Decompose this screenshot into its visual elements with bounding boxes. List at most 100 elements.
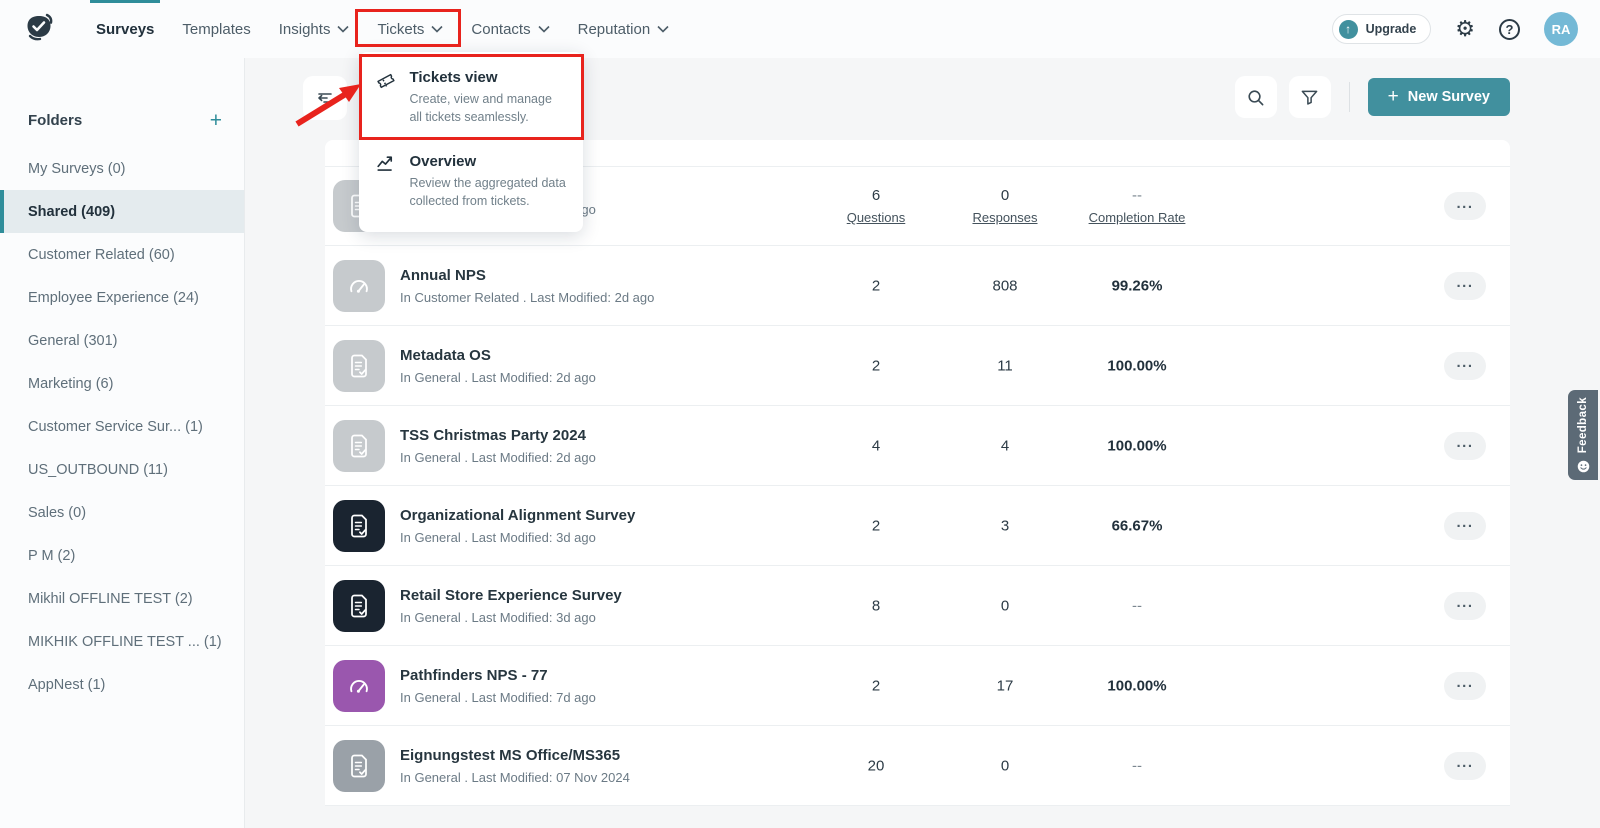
tickets-dropdown-menu: Tickets view Create, view and manage all… <box>359 52 583 232</box>
survey-row[interactable]: TSS Christmas Party 2024 In General . La… <box>325 406 1510 486</box>
chevron-down-icon <box>538 25 550 33</box>
questions-stat: 6 Questions <box>836 187 916 225</box>
chevron-down-icon <box>657 25 669 33</box>
folders-title: Folders <box>28 112 82 129</box>
responses-value: 17 <box>965 677 1045 694</box>
row-more-menu-button[interactable]: ... <box>1444 432 1486 460</box>
row-more-menu-button[interactable]: ... <box>1444 592 1486 620</box>
survey-row[interactable]: Metadata OS In General . Last Modified: … <box>325 326 1510 406</box>
chevron-down-icon <box>337 25 349 33</box>
row-more-menu-button[interactable]: ... <box>1444 192 1486 220</box>
sidebar-item-appnest[interactable]: AppNest (1) <box>0 663 244 706</box>
new-survey-button[interactable]: + New Survey <box>1368 78 1510 116</box>
survey-row-text: Metadata OS In General . Last Modified: … <box>400 347 596 385</box>
survey-title[interactable]: Metadata OS <box>400 347 596 364</box>
row-more-menu-button[interactable]: ... <box>1444 672 1486 700</box>
responses-value: 0 <box>965 597 1045 614</box>
responses-value: 0 <box>965 757 1045 774</box>
survey-row-text: Annual NPS In Customer Related . Last Mo… <box>400 267 654 305</box>
menu-item-title: Overview <box>409 153 567 170</box>
survey-row[interactable]: Retail Store Experience Survey In Genera… <box>325 566 1510 646</box>
sidebar-item-customer-related[interactable]: Customer Related (60) <box>0 233 244 276</box>
help-icon[interactable]: ? <box>1499 19 1520 40</box>
survey-list-card: In General . Last Modified: 1d ago 6 Que… <box>325 140 1510 806</box>
row-completion-rate: 100.00% <box>1062 357 1212 374</box>
search-button[interactable] <box>1235 76 1277 118</box>
sidebar-item-general[interactable]: General (301) <box>0 319 244 362</box>
menu-item-overview[interactable]: Overview Review the aggregated data coll… <box>359 138 583 222</box>
survey-subtitle: In General . Last Modified: 2d ago <box>400 370 596 385</box>
survey-type-icon <box>333 340 385 392</box>
survey-type-icon <box>333 500 385 552</box>
survey-subtitle: In General . Last Modified: 3d ago <box>400 610 622 625</box>
survey-row[interactable]: Eignungstest MS Office/MS365 In General … <box>325 726 1510 806</box>
nav-label: Reputation <box>578 21 651 38</box>
row-more-menu-button[interactable]: ... <box>1444 352 1486 380</box>
nav-item-contacts[interactable]: Contacts <box>457 0 563 58</box>
search-icon <box>1246 88 1265 107</box>
row-more-menu-button[interactable]: ... <box>1444 272 1486 300</box>
sidebar-item-mikhil-offline-test[interactable]: Mikhil OFFLINE TEST (2) <box>0 577 244 620</box>
nav-item-tickets[interactable]: Tickets Tickets view <box>363 0 457 58</box>
nav-item-reputation[interactable]: Reputation <box>564 0 684 58</box>
survey-title[interactable]: Pathfinders NPS - 77 <box>400 667 596 684</box>
responses-value: 0 <box>965 187 1045 204</box>
responses-stat: 0 Responses <box>965 187 1045 225</box>
responses-value: 808 <box>965 277 1045 294</box>
row-completion-rate: 100.00% <box>1062 677 1212 694</box>
add-folder-icon[interactable]: + <box>210 110 222 131</box>
nav-label: Tickets <box>377 21 424 38</box>
sidebar-item-my-surveys[interactable]: My Surveys (0) <box>0 147 244 190</box>
sidebar-item-us-outbound[interactable]: US_OUTBOUND (11) <box>0 448 244 491</box>
sidebar-item-shared[interactable]: Shared (409) <box>0 190 244 233</box>
page-shell: Folders + My Surveys (0) Shared (409) Cu… <box>0 58 1600 828</box>
questions-label[interactable]: Questions <box>836 210 916 225</box>
sidebar-item-customer-service[interactable]: Customer Service Sur... (1) <box>0 405 244 448</box>
questions-value: 6 <box>836 187 916 204</box>
upgrade-button[interactable]: ↑ Upgrade <box>1332 14 1432 44</box>
survey-title[interactable]: TSS Christmas Party 2024 <box>400 427 596 444</box>
app-logo-icon <box>22 12 56 46</box>
menu-item-text: Overview Review the aggregated data coll… <box>409 153 567 210</box>
sidebar-item-mikhik-offline-test[interactable]: MIKHIK OFFLINE TEST ... (1) <box>0 620 244 663</box>
settings-gear-icon[interactable]: ⚙ <box>1455 18 1475 40</box>
nav-item-templates[interactable]: Templates <box>168 0 264 58</box>
survey-type-icon <box>333 580 385 632</box>
completion-label[interactable]: Completion Rate <box>1062 210 1212 225</box>
nav-label: Surveys <box>96 21 154 38</box>
upgrade-label: Upgrade <box>1366 22 1417 36</box>
nav-label: Contacts <box>471 21 530 38</box>
nav-item-insights[interactable]: Insights <box>265 0 364 58</box>
survey-row[interactable]: Annual NPS In Customer Related . Last Mo… <box>325 246 1510 326</box>
list-view-toggle-button[interactable] <box>303 76 347 120</box>
list-collapse-icon <box>315 88 335 108</box>
menu-item-tickets-view[interactable]: Tickets view Create, view and manage all… <box>359 54 583 138</box>
nav-item-surveys[interactable]: Surveys <box>82 0 168 58</box>
survey-title[interactable]: Organizational Alignment Survey <box>400 507 635 524</box>
responses-label[interactable]: Responses <box>965 210 1045 225</box>
primary-nav: Surveys Templates Insights Tickets <box>82 0 683 58</box>
menu-item-description: Review the aggregated data collected fro… <box>409 175 567 210</box>
sidebar-item-employee-experience[interactable]: Employee Experience (24) <box>0 276 244 319</box>
filter-button[interactable] <box>1289 76 1331 118</box>
survey-row-text: Retail Store Experience Survey In Genera… <box>400 587 622 625</box>
ticket-icon <box>375 70 397 92</box>
trend-chart-icon <box>375 154 397 176</box>
survey-title[interactable]: Retail Store Experience Survey <box>400 587 622 604</box>
menu-item-title: Tickets view <box>409 69 567 86</box>
feedback-tab[interactable]: Feedback <box>1568 390 1598 480</box>
sidebar-item-marketing[interactable]: Marketing (6) <box>0 362 244 405</box>
survey-row[interactable]: Organizational Alignment Survey In Gener… <box>325 486 1510 566</box>
sidebar-item-sales[interactable]: Sales (0) <box>0 491 244 534</box>
survey-title[interactable]: Eignungstest MS Office/MS365 <box>400 747 630 764</box>
menu-item-text: Tickets view Create, view and manage all… <box>409 69 567 126</box>
survey-row[interactable]: Pathfinders NPS - 77 In General . Last M… <box>325 646 1510 726</box>
sidebar-item-pm[interactable]: P M (2) <box>0 534 244 577</box>
survey-type-icon <box>333 420 385 472</box>
row-more-menu-button[interactable]: ... <box>1444 512 1486 540</box>
responses-value: 3 <box>965 517 1045 534</box>
row-more-menu-button[interactable]: ... <box>1444 752 1486 780</box>
row-completion-rate: 99.26% <box>1062 277 1212 294</box>
survey-title[interactable]: Annual NPS <box>400 267 654 284</box>
user-avatar[interactable]: RA <box>1544 12 1578 46</box>
